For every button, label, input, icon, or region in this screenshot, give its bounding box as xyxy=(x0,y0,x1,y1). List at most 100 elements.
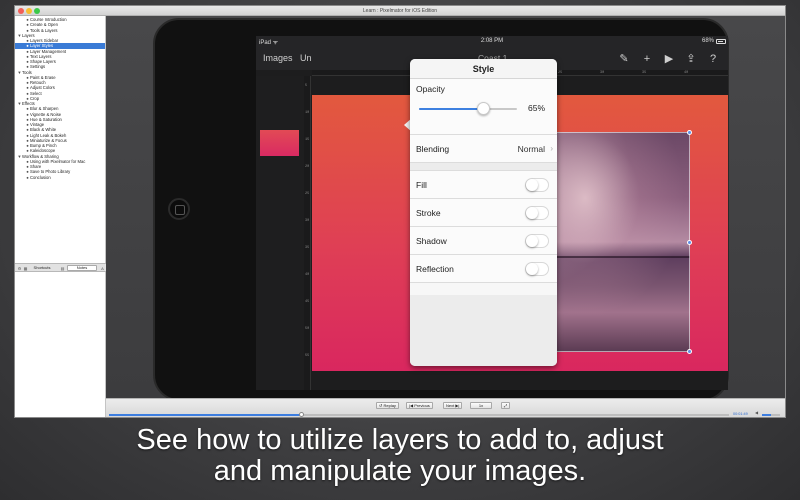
opacity-label: Opacity xyxy=(416,84,445,94)
status-time: 2:08 PM xyxy=(480,38,504,44)
marketing-caption: See how to utilize layers to add to, adj… xyxy=(0,425,800,487)
style-popover: Style Opacity 65% Blending Normal › Fill… xyxy=(410,59,557,366)
minimize-window-button[interactable] xyxy=(26,8,32,14)
ruler-tick-label: 50 xyxy=(305,327,310,331)
reflection-row: Reflection xyxy=(410,255,557,283)
outline-item-label: Settings xyxy=(30,64,46,70)
popover-title: Style xyxy=(410,59,557,79)
opacity-slider-knob[interactable] xyxy=(476,102,490,115)
outline-item-label: Bump & Pinch xyxy=(30,143,57,148)
fullscreen-icon[interactable]: ⤢ xyxy=(501,402,511,409)
progress-knob[interactable] xyxy=(299,412,305,417)
outline-item-label: Using with Pixelmator for Mac xyxy=(30,158,86,164)
outline-item-label: Shape Layers xyxy=(30,59,56,64)
reflection-toggle[interactable] xyxy=(525,262,549,276)
notes-area[interactable] xyxy=(15,272,106,417)
brush-tool-icon[interactable]: ✎ xyxy=(616,51,632,67)
selection-handle[interactable] xyxy=(687,349,692,354)
ruler-tick-label: 20 xyxy=(305,165,310,169)
sidebar-tab-bar: ⚙ ▦ Shortcuts ▤ Notes A xyxy=(15,263,106,272)
ipad-frame: iPad ᯤ 2:08 PM 68% Images Un Coast 1 ✎ +… xyxy=(153,18,729,401)
ruler-tick-label: 45 xyxy=(305,300,310,304)
layers-sidebar xyxy=(256,76,690,390)
video-player[interactable]: iPad ᯤ 2:08 PM 68% Images Un Coast 1 ✎ +… xyxy=(106,16,785,401)
ruler-tick-label: 30 xyxy=(305,219,310,223)
outline-item-label: Share xyxy=(30,164,42,169)
outline-item-label: Tools & Layers xyxy=(30,27,58,33)
outline-item-label: Vintage xyxy=(30,122,45,127)
outline-item-label: Workflow & Sharing xyxy=(22,153,59,159)
ruler-tick-label: 25 xyxy=(558,70,563,75)
help-icon[interactable]: ? xyxy=(705,51,721,67)
outline-item-label: Conclusion xyxy=(30,174,51,180)
outline-item-label: Layer Styles xyxy=(30,43,54,49)
outline-item-label: Black & White xyxy=(30,127,57,133)
ruler-tick-label: 40 xyxy=(684,70,689,75)
opacity-slider[interactable] xyxy=(419,102,517,115)
outline-item-label: Layers xyxy=(22,32,35,38)
ruler-tick-label: 40 xyxy=(305,273,310,277)
outline-item-label: Layers Sidebar xyxy=(30,38,59,43)
opacity-control: Opacity 65% xyxy=(410,79,557,135)
chapter-outline: ●Course Introduction ●Create & Open ●Tools… xyxy=(15,16,106,263)
font-icon[interactable]: A xyxy=(100,266,105,271)
shadow-row: Shadow xyxy=(410,227,557,255)
previous-button[interactable]: |◀ Previous xyxy=(406,402,433,409)
popover-empty-area xyxy=(410,295,557,366)
progress-fill xyxy=(109,414,302,416)
tab-notes[interactable]: Notes xyxy=(67,265,97,271)
outline-item-label: Course Introduction xyxy=(30,17,67,22)
next-button[interactable]: Next ▶| xyxy=(443,402,463,409)
stroke-toggle[interactable] xyxy=(525,206,549,220)
selection-handle[interactable] xyxy=(687,240,692,245)
outline-item-label: Create & Open xyxy=(30,22,58,28)
shadow-toggle[interactable] xyxy=(525,234,549,248)
share-icon[interactable]: ⇪ xyxy=(683,51,699,67)
outline-item[interactable]: ●Conclusion xyxy=(15,175,105,180)
chevron-right-icon: › xyxy=(550,144,553,153)
undo-button[interactable]: Un xyxy=(300,53,312,63)
speaker-icon[interactable]: ◀ xyxy=(754,410,759,415)
fill-row: Fill xyxy=(410,171,557,199)
outline-item-label: Effects xyxy=(22,101,35,106)
volume-fill xyxy=(762,414,771,416)
outline-item-label: Light Leak & Bokeh xyxy=(30,132,67,138)
caption-line-2: and manipulate your images. xyxy=(213,455,587,487)
layer-thumb-gradient[interactable] xyxy=(260,130,299,156)
opacity-slider-fill xyxy=(419,108,483,110)
title-bar: Learn : Pixelmator for iOS Edition xyxy=(15,6,785,16)
ios-status-bar: iPad ᯤ 2:08 PM 68% xyxy=(256,36,728,48)
ipad-screen: iPad ᯤ 2:08 PM 68% Images Un Coast 1 ✎ +… xyxy=(256,36,728,390)
ruler-tick-label: 10 xyxy=(305,111,310,115)
battery-percent: 68% xyxy=(701,38,714,44)
blending-label: Blending xyxy=(416,144,450,154)
tab-shortcuts[interactable]: Shortcuts xyxy=(27,265,57,271)
play-icon[interactable]: ▶ xyxy=(661,51,677,67)
outline-item-label: Adjust Colors xyxy=(30,85,55,91)
caption-line-1: See how to utilize layers to add to, adj… xyxy=(136,424,664,456)
volume-slider[interactable] xyxy=(762,414,780,416)
player-controls: ↺ Replay |◀ Previous Next ▶| 1x ⤢ 00:01:… xyxy=(106,398,785,417)
speed-select[interactable]: 1x xyxy=(470,402,492,409)
home-button xyxy=(168,198,190,220)
ruler-tick-label: 55 xyxy=(305,354,310,358)
battery-icon xyxy=(716,39,726,44)
images-button[interactable]: Images xyxy=(263,53,293,63)
blending-row[interactable]: Blending Normal › xyxy=(410,135,557,163)
outline-item-label: Retouch xyxy=(30,80,46,85)
add-icon[interactable]: + xyxy=(639,51,655,67)
gear-icon[interactable]: ⚙ xyxy=(17,266,22,271)
close-window-button[interactable] xyxy=(18,8,24,14)
zoom-window-button[interactable] xyxy=(34,8,40,14)
outline-item-label: Crop xyxy=(30,95,40,101)
replay-button[interactable]: ↺ Replay xyxy=(376,402,399,409)
outline-item-label: Select xyxy=(30,90,42,96)
fill-label: Fill xyxy=(416,180,427,190)
fill-toggle[interactable] xyxy=(525,178,549,192)
vertical-ruler: 5 10 15 20 25 30 35 40 45 50 55 xyxy=(304,76,311,390)
opacity-value: 65% xyxy=(527,103,545,113)
selection-handle[interactable] xyxy=(687,130,692,135)
stroke-label: Stroke xyxy=(416,208,441,218)
ruler-tick-label: 35 xyxy=(305,246,310,250)
progress-bar[interactable] xyxy=(109,412,729,417)
